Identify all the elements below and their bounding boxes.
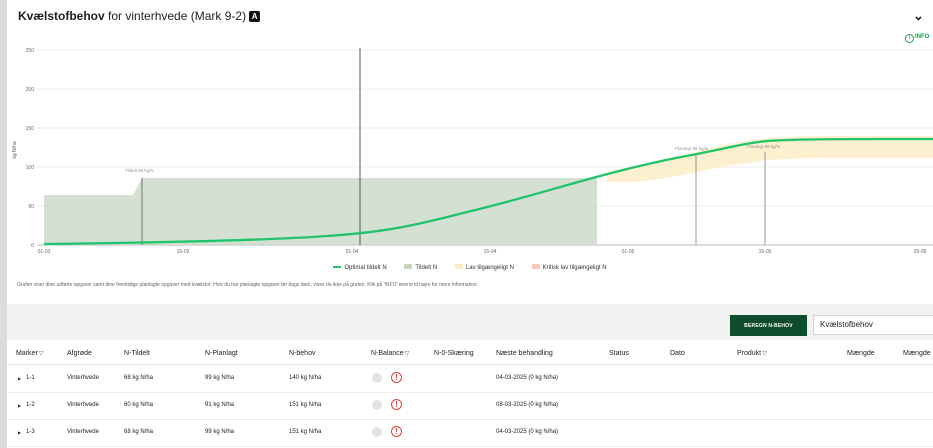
warning-icon[interactable]: ! <box>391 372 402 383</box>
view-select[interactable]: Kvælstofbehov <box>813 315 933 335</box>
cell-afgrode: Vinterhvede <box>67 402 99 408</box>
cell-naeste: 04-03-2025 (0 kg N/ha) <box>496 429 559 435</box>
column-header[interactable]: N-Planlagt <box>205 350 238 357</box>
column-header[interactable]: Status <box>609 350 629 357</box>
cell-tildelt: 68 kg N/ha <box>124 375 154 381</box>
table-row[interactable]: ▶ 1-1 Vinterhvede 68 kg N/ha 99 kg N/ha 140 k… <box>7 365 933 393</box>
column-header[interactable]: Næste behandling <box>496 350 553 357</box>
cell-marker: 1-3 <box>26 429 35 435</box>
column-header-label: Produkt <box>737 350 762 357</box>
cell-planlagt: 91 kg N/ha <box>205 402 235 408</box>
cell-afgrode: Vinterhvede <box>67 375 99 381</box>
page-title: Kvælstofbehov for vinterhvede (Mark 9-2)… <box>18 9 261 23</box>
column-header-label: Status <box>609 350 629 357</box>
table-row[interactable]: ▶ 1-3 Vinterhvede 68 kg N/ha 99 kg N/ha 151 k… <box>7 419 933 447</box>
y-tick-label: 50 <box>28 204 34 210</box>
column-header-label: Dato <box>670 350 685 357</box>
column-header[interactable]: Marker▽ <box>16 350 43 357</box>
table-header: Marker▽ Afgrøde N-Tildelt N-Planlagt N-behov… <box>7 344 933 365</box>
warning-icon[interactable]: ! <box>391 399 402 410</box>
column-header-label: N-0-Skæring <box>434 350 474 357</box>
chart-annotation-label: Tildelt 68 kg/N <box>125 168 154 173</box>
cell-marker: 1-1 <box>26 375 35 381</box>
x-tick-label: 01-05 <box>622 249 635 255</box>
title-rest: for vinterhvede (Mark 9-2) <box>104 9 247 23</box>
n-balance-indicator <box>372 427 382 437</box>
area-lav-tilgaengeligt <box>607 136 933 182</box>
cell-planlagt: 99 kg N/ha <box>205 429 235 435</box>
column-header-label: N-Balance <box>371 350 404 357</box>
cell-behov: 151 kg N/ha <box>289 402 322 408</box>
x-tick-label: 15-04 <box>484 249 497 255</box>
cell-tildelt: 60 kg N/ha <box>124 402 154 408</box>
column-header-label: Afgrøde <box>67 350 92 357</box>
chart-annotation-label: Planlagt 99 kg/N <box>747 144 780 149</box>
y-tick-label: 100 <box>26 165 35 171</box>
legend-item-lav: Lav tilgængeligt N <box>454 264 514 271</box>
x-tick-label: 29-05 <box>914 249 927 255</box>
nitrogen-chart: Tildelt 68 kg/N Planlagt 99 kg/N Planlagt … <box>12 48 933 255</box>
chart-note: Grafen viser dine udførte opgaver samt d… <box>17 282 479 288</box>
expand-caret-icon[interactable]: ▶ <box>18 403 21 408</box>
x-tick-label: 15-03 <box>177 249 190 255</box>
chart-areas <box>44 136 933 245</box>
n-balance-indicator <box>372 400 382 410</box>
column-header-label: Mængde <box>903 350 931 357</box>
column-header[interactable]: N-Balance▽ <box>371 350 409 357</box>
cell-planlagt: 99 kg N/ha <box>205 375 235 381</box>
cell-marker: 1-2 <box>26 402 35 408</box>
x-tick-label: 01-04 <box>346 249 359 255</box>
legend-item-optimal: Optimal tildelt N <box>333 265 387 271</box>
cell-afgrode: Vinterhvede <box>67 429 99 435</box>
y-axis-label: kg N/ha <box>12 141 18 158</box>
column-header-label: Næste behandling <box>496 350 553 357</box>
column-header[interactable]: N-0-Skæring <box>434 350 474 357</box>
column-header[interactable]: Produkt▽ <box>737 350 767 357</box>
cell-naeste: 04-03-2025 (0 kg N/ha) <box>496 375 559 381</box>
column-header[interactable]: Mængde <box>903 350 931 357</box>
column-header[interactable]: Mængde <box>847 350 875 357</box>
column-header-label: Marker <box>16 350 38 357</box>
chart-legend: Optimal tildelt N Tildelt N Lav tilgænge… <box>7 264 933 271</box>
column-header-label: N-Tildelt <box>124 350 150 357</box>
filter-icon[interactable]: ▽ <box>405 351 410 357</box>
table-row[interactable]: ▶ 1-2 Vinterhvede 60 kg N/ha 91 kg N/ha 151 k… <box>7 392 933 420</box>
legend-item-tildelt: Tildelt N <box>404 264 437 271</box>
expand-caret-icon[interactable]: ▶ <box>18 376 21 381</box>
column-header[interactable]: N-behov <box>289 350 315 357</box>
column-header-label: Mængde <box>847 350 875 357</box>
legend-item-kritisk: Kritisk lav tilgængeligt N <box>531 264 607 271</box>
column-header[interactable]: Afgrøde <box>67 350 92 357</box>
area-tildelt <box>44 178 597 245</box>
crop-badge: A <box>249 11 261 22</box>
expand-caret-icon[interactable]: ▶ <box>18 430 21 435</box>
n-balance-indicator <box>372 373 382 383</box>
cell-tildelt: 68 kg N/ha <box>124 429 154 435</box>
nitrogen-card: Kvælstofbehov for vinterhvede (Mark 9-2)… <box>7 0 933 448</box>
filter-icon[interactable]: ▽ <box>39 351 44 357</box>
cell-behov: 151 kg N/ha <box>289 429 322 435</box>
chart-annotation-label: Planlagt 99 kg/N <box>675 146 708 151</box>
title-strong: Kvælstofbehov <box>18 9 105 23</box>
warning-icon[interactable]: ! <box>391 426 402 437</box>
y-tick-label: 150 <box>26 126 35 132</box>
column-header[interactable]: Dato <box>670 350 685 357</box>
x-tick-label: 01-03 <box>38 249 51 255</box>
x-tick-label: 15-05 <box>759 249 772 255</box>
y-tick-label: 250 <box>26 48 35 54</box>
chevron-down-icon[interactable]: ⌄ <box>913 8 924 24</box>
column-header[interactable]: N-Tildelt <box>124 350 150 357</box>
cell-behov: 140 kg N/ha <box>289 375 322 381</box>
filter-icon[interactable]: ▽ <box>762 351 767 357</box>
beregn-n-behov-button[interactable]: BEREGN N-BEHOV <box>730 315 807 336</box>
y-tick-label: 200 <box>26 87 35 93</box>
column-header-label: N-Planlagt <box>205 350 238 357</box>
cell-naeste: 08-03-2025 (0 kg N/ha) <box>496 402 559 408</box>
y-tick-label: 0 <box>31 243 34 249</box>
table-toolbar: BEREGN N-BEHOV Kvælstofbehov <box>7 304 933 340</box>
column-header-label: N-behov <box>289 350 316 357</box>
